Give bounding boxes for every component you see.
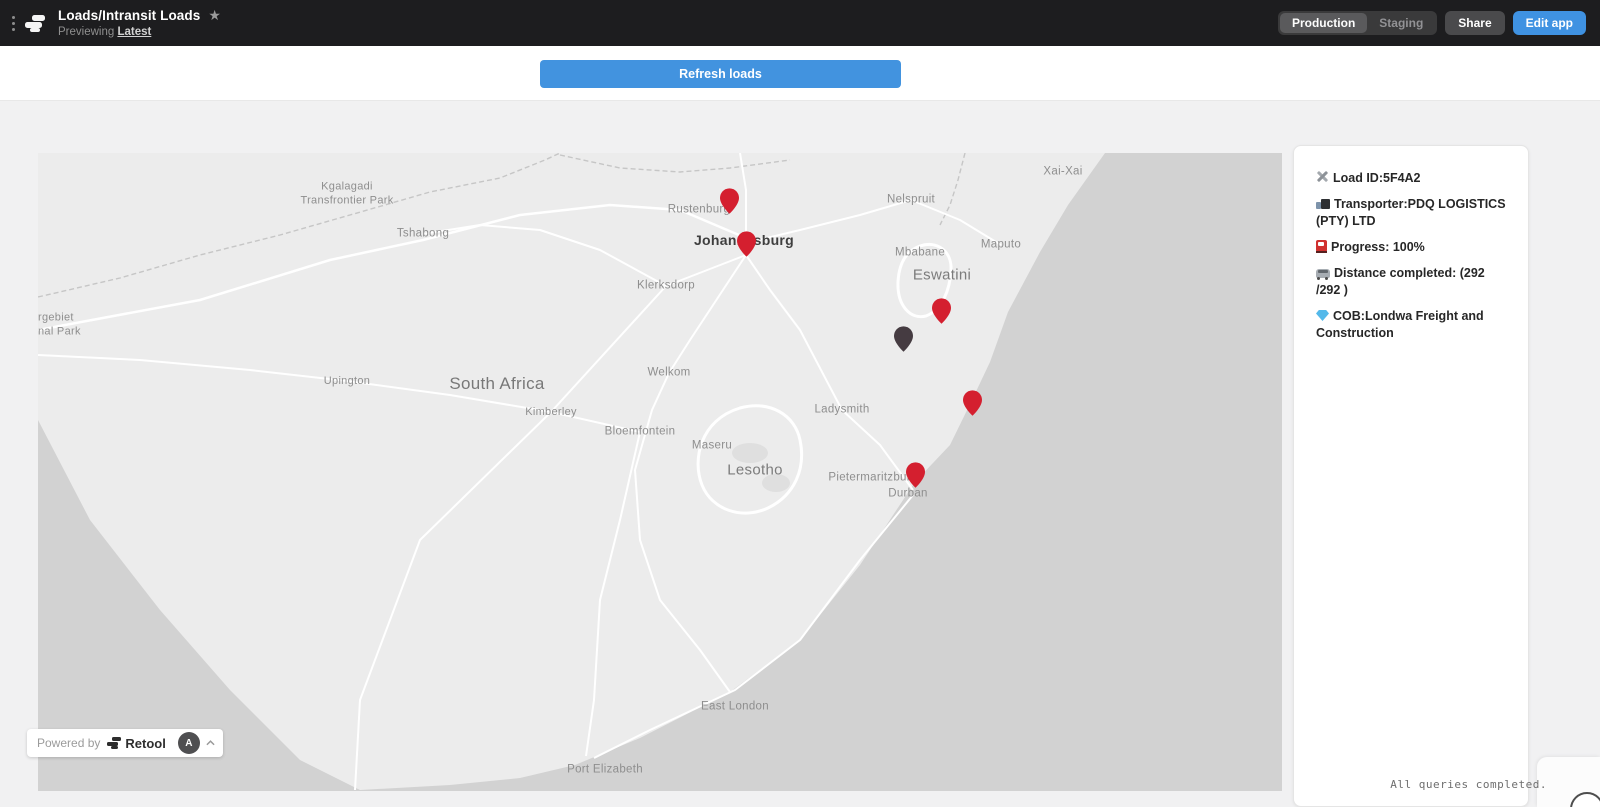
favorite-star-icon[interactable]: ★ bbox=[208, 9, 221, 23]
map-pin[interactable] bbox=[894, 326, 913, 352]
load-details-panel: Load ID:5F4A2 Transporter:PDQ LOGISTICS … bbox=[1293, 145, 1529, 807]
env-staging-option[interactable]: Staging bbox=[1367, 13, 1435, 33]
map-pin[interactable] bbox=[720, 188, 739, 214]
retool-mini-logo-icon bbox=[107, 737, 121, 749]
fuel-pump-icon bbox=[1316, 240, 1327, 252]
toolbar: Refresh loads bbox=[0, 46, 1600, 101]
app-header: Loads/Intransit Loads ★ Previewing Lates… bbox=[0, 0, 1600, 46]
previewing-status: Previewing Latest bbox=[58, 26, 221, 38]
gem-icon bbox=[1316, 310, 1329, 321]
load-id-row: Load ID:5F4A2 bbox=[1316, 170, 1506, 187]
van-icon bbox=[1316, 269, 1330, 278]
map-pin[interactable] bbox=[963, 390, 982, 416]
retool-brand-label: Retool bbox=[125, 736, 165, 751]
map-canvas[interactable]: Kgalagadi Transfrontier ParkTshabongRust… bbox=[38, 153, 1282, 791]
map-pin[interactable] bbox=[932, 298, 951, 324]
map-pin[interactable] bbox=[906, 462, 925, 488]
previewing-label: Previewing bbox=[58, 26, 114, 38]
powered-by-label: Powered by bbox=[37, 736, 100, 750]
environment-toggle: Production Staging bbox=[1278, 11, 1437, 35]
avatar[interactable]: A bbox=[178, 732, 200, 754]
retool-logo-icon[interactable] bbox=[24, 14, 46, 32]
cob-row: COB:Londwa Freight and Construction bbox=[1316, 308, 1506, 342]
env-production-option[interactable]: Production bbox=[1280, 13, 1367, 33]
chevron-up-icon[interactable] bbox=[206, 740, 215, 746]
edit-app-button[interactable]: Edit app bbox=[1513, 11, 1586, 35]
satellite-icon bbox=[1316, 170, 1329, 183]
refresh-loads-button[interactable]: Refresh loads bbox=[540, 60, 901, 88]
map-pin[interactable] bbox=[737, 231, 756, 257]
progress-row: Progress: 100% bbox=[1316, 239, 1506, 256]
queries-status-toast: All queries completed. bbox=[1390, 778, 1547, 791]
map-base-layer bbox=[38, 153, 1282, 791]
menu-kebab-icon[interactable] bbox=[12, 16, 16, 31]
page-title: Loads/Intransit Loads bbox=[58, 8, 200, 23]
title-block: Loads/Intransit Loads ★ Previewing Lates… bbox=[58, 8, 221, 38]
share-button[interactable]: Share bbox=[1445, 11, 1504, 35]
latest-link[interactable]: Latest bbox=[117, 26, 151, 38]
powered-by-badge[interactable]: Powered by Retool A bbox=[27, 729, 223, 757]
distance-row: Distance completed: (292 /292 ) bbox=[1316, 265, 1506, 299]
truck-icon bbox=[1316, 198, 1330, 209]
transporter-row: Transporter:PDQ LOGISTICS (PTY) LTD bbox=[1316, 196, 1506, 230]
app-window: Loads/Intransit Loads ★ Previewing Lates… bbox=[0, 0, 1600, 807]
